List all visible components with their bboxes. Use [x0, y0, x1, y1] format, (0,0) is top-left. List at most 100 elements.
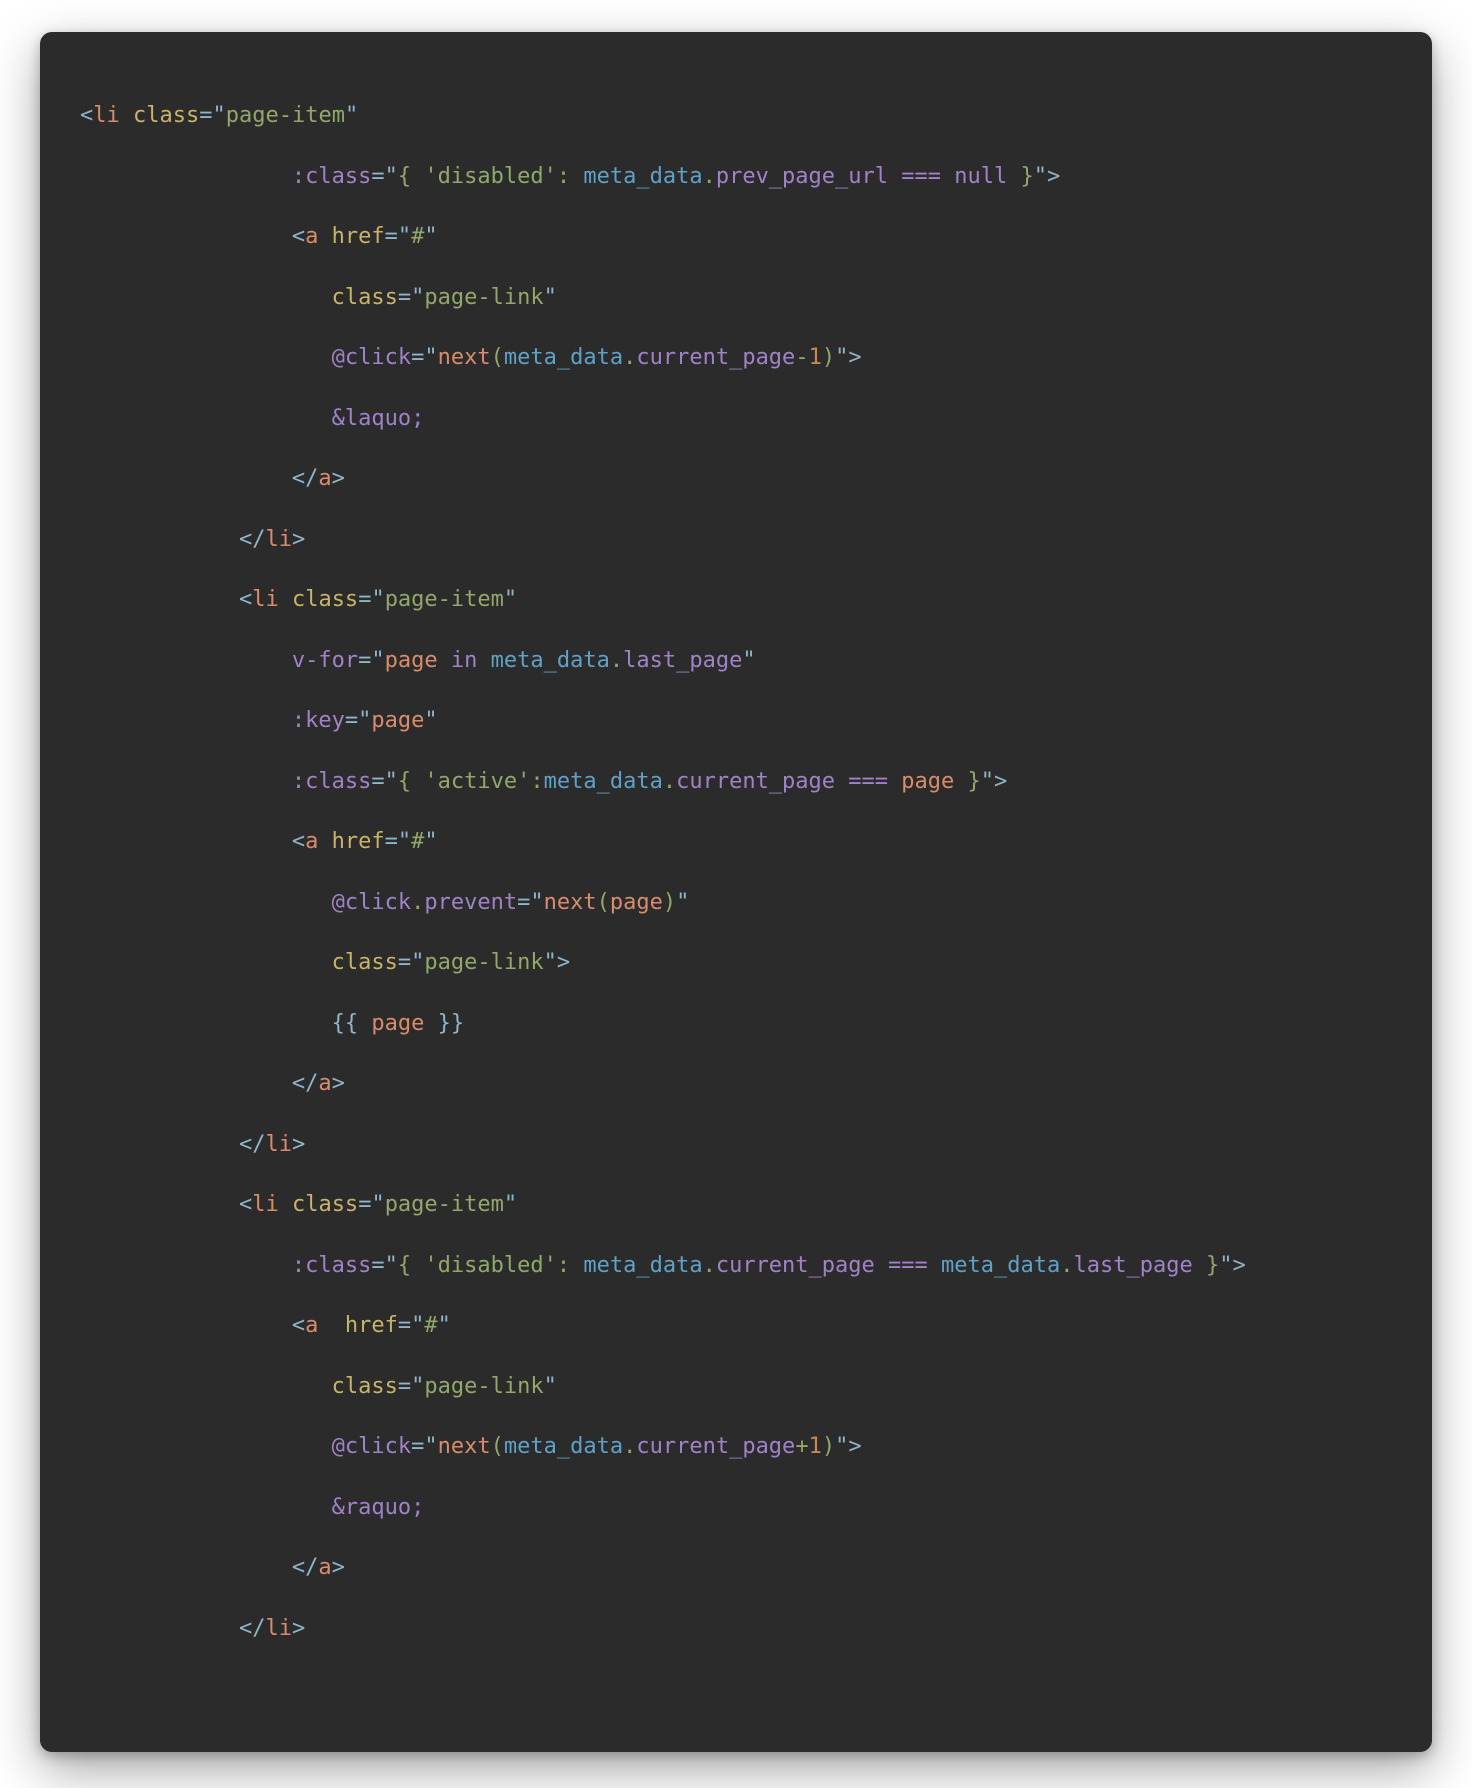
token-var: page — [371, 1011, 424, 1036]
token-ws — [120, 103, 133, 128]
token-pun: = — [371, 1253, 384, 1278]
token-attr: class — [292, 587, 358, 612]
token-pun: " — [835, 1434, 848, 1459]
token-pun: </ — [239, 527, 266, 552]
token-attr: class — [133, 103, 199, 128]
token-str: { — [398, 769, 425, 794]
token-str: : — [530, 769, 543, 794]
token-pun: " — [371, 1192, 384, 1217]
token-dir: @click — [332, 890, 411, 915]
token-var: page — [385, 648, 438, 673]
token-str: : — [557, 1253, 584, 1278]
token-pun: " — [544, 285, 557, 310]
token-pun: > — [994, 769, 1007, 794]
code-block[interactable]: <li class="page-item" :class="{ 'disable… — [80, 86, 1392, 1659]
token-str: page-link — [424, 1374, 543, 1399]
token-prop: current_page — [716, 1253, 875, 1278]
token-pun: = — [371, 769, 384, 794]
token-obj: meta_data — [583, 1253, 702, 1278]
token-ent: &laquo; — [332, 406, 425, 431]
token-str: 'disabled' — [424, 164, 556, 189]
token-pun: > — [292, 1132, 305, 1157]
token-pun: " — [504, 1192, 517, 1217]
token-str: 'disabled' — [424, 1253, 556, 1278]
token-str: . — [1060, 1253, 1073, 1278]
token-ws — [80, 1192, 239, 1217]
token-pun: < — [292, 1313, 305, 1338]
token-str: ( — [597, 890, 610, 915]
token-pun: </ — [292, 1071, 319, 1096]
token-str: 'active' — [424, 769, 530, 794]
token-pun: " — [530, 890, 543, 915]
token-str: { — [398, 164, 425, 189]
token-pun: < — [80, 103, 93, 128]
token-attr: href — [332, 829, 385, 854]
token-prop: last_page — [1074, 1253, 1193, 1278]
token-kw: === — [901, 164, 941, 189]
token-obj: meta_data — [941, 1253, 1060, 1278]
token-prop: last_page — [623, 648, 742, 673]
token-pun: " — [385, 769, 398, 794]
token-ws — [80, 1555, 292, 1580]
token-str: } — [1007, 164, 1034, 189]
token-pun: </ — [292, 466, 319, 491]
token-tag: li — [252, 587, 279, 612]
token-str: ) — [822, 345, 835, 370]
token-str: { — [398, 1253, 425, 1278]
token-tag: li — [265, 1616, 292, 1641]
token-var: page — [371, 708, 424, 733]
token-ws — [80, 1132, 239, 1157]
token-pun: " — [835, 345, 848, 370]
token-pun: = — [199, 103, 212, 128]
token-str: + — [795, 1434, 808, 1459]
token-prop: current_page — [636, 1434, 795, 1459]
token-str: page-link — [424, 285, 543, 310]
token-pun: </ — [292, 1555, 319, 1580]
token-str: # — [424, 1313, 437, 1338]
token-tag: a — [318, 466, 331, 491]
token-attr: href — [345, 1313, 398, 1338]
token-ws — [80, 769, 292, 794]
token-ws — [80, 890, 332, 915]
token-str: . — [703, 1253, 716, 1278]
token-expr: }} — [424, 1011, 464, 1036]
token-kw: === — [848, 769, 888, 794]
token-ws — [80, 1253, 292, 1278]
token-ws — [80, 1011, 332, 1036]
token-attr: href — [332, 224, 385, 249]
token-pun: > — [848, 345, 861, 370]
token-pun: " — [424, 345, 437, 370]
token-pun: > — [292, 527, 305, 552]
token-pun: " — [371, 587, 384, 612]
token-pun: " — [504, 587, 517, 612]
token-pun: = — [371, 164, 384, 189]
token-num: 1 — [809, 1434, 822, 1459]
token-pun: > — [292, 1616, 305, 1641]
token-str: . — [623, 345, 636, 370]
token-fn: next — [544, 890, 597, 915]
token-dir: @click — [332, 1434, 411, 1459]
token-pun: " — [411, 950, 424, 975]
token-obj: meta_data — [544, 769, 663, 794]
token-tag: li — [265, 527, 292, 552]
token-attr: class — [292, 1192, 358, 1217]
token-obj: meta_data — [504, 345, 623, 370]
token-kw: in — [451, 648, 478, 673]
token-pun: " — [424, 829, 437, 854]
token-str: . — [411, 890, 424, 915]
token-pun: > — [332, 1555, 345, 1580]
token-pun: " — [411, 1313, 424, 1338]
token-pun: " — [544, 1374, 557, 1399]
token-pun: " — [544, 950, 557, 975]
token-tag: a — [305, 829, 318, 854]
token-str: ( — [491, 345, 504, 370]
token-ws — [80, 829, 292, 854]
token-prop: prevent — [424, 890, 517, 915]
token-pun: " — [411, 1374, 424, 1399]
token-pun: " — [742, 648, 755, 673]
token-dir: @click — [332, 345, 411, 370]
token-fn: next — [438, 1434, 491, 1459]
token-ws — [80, 1374, 332, 1399]
token-pun: > — [332, 466, 345, 491]
token-var: page — [901, 769, 954, 794]
